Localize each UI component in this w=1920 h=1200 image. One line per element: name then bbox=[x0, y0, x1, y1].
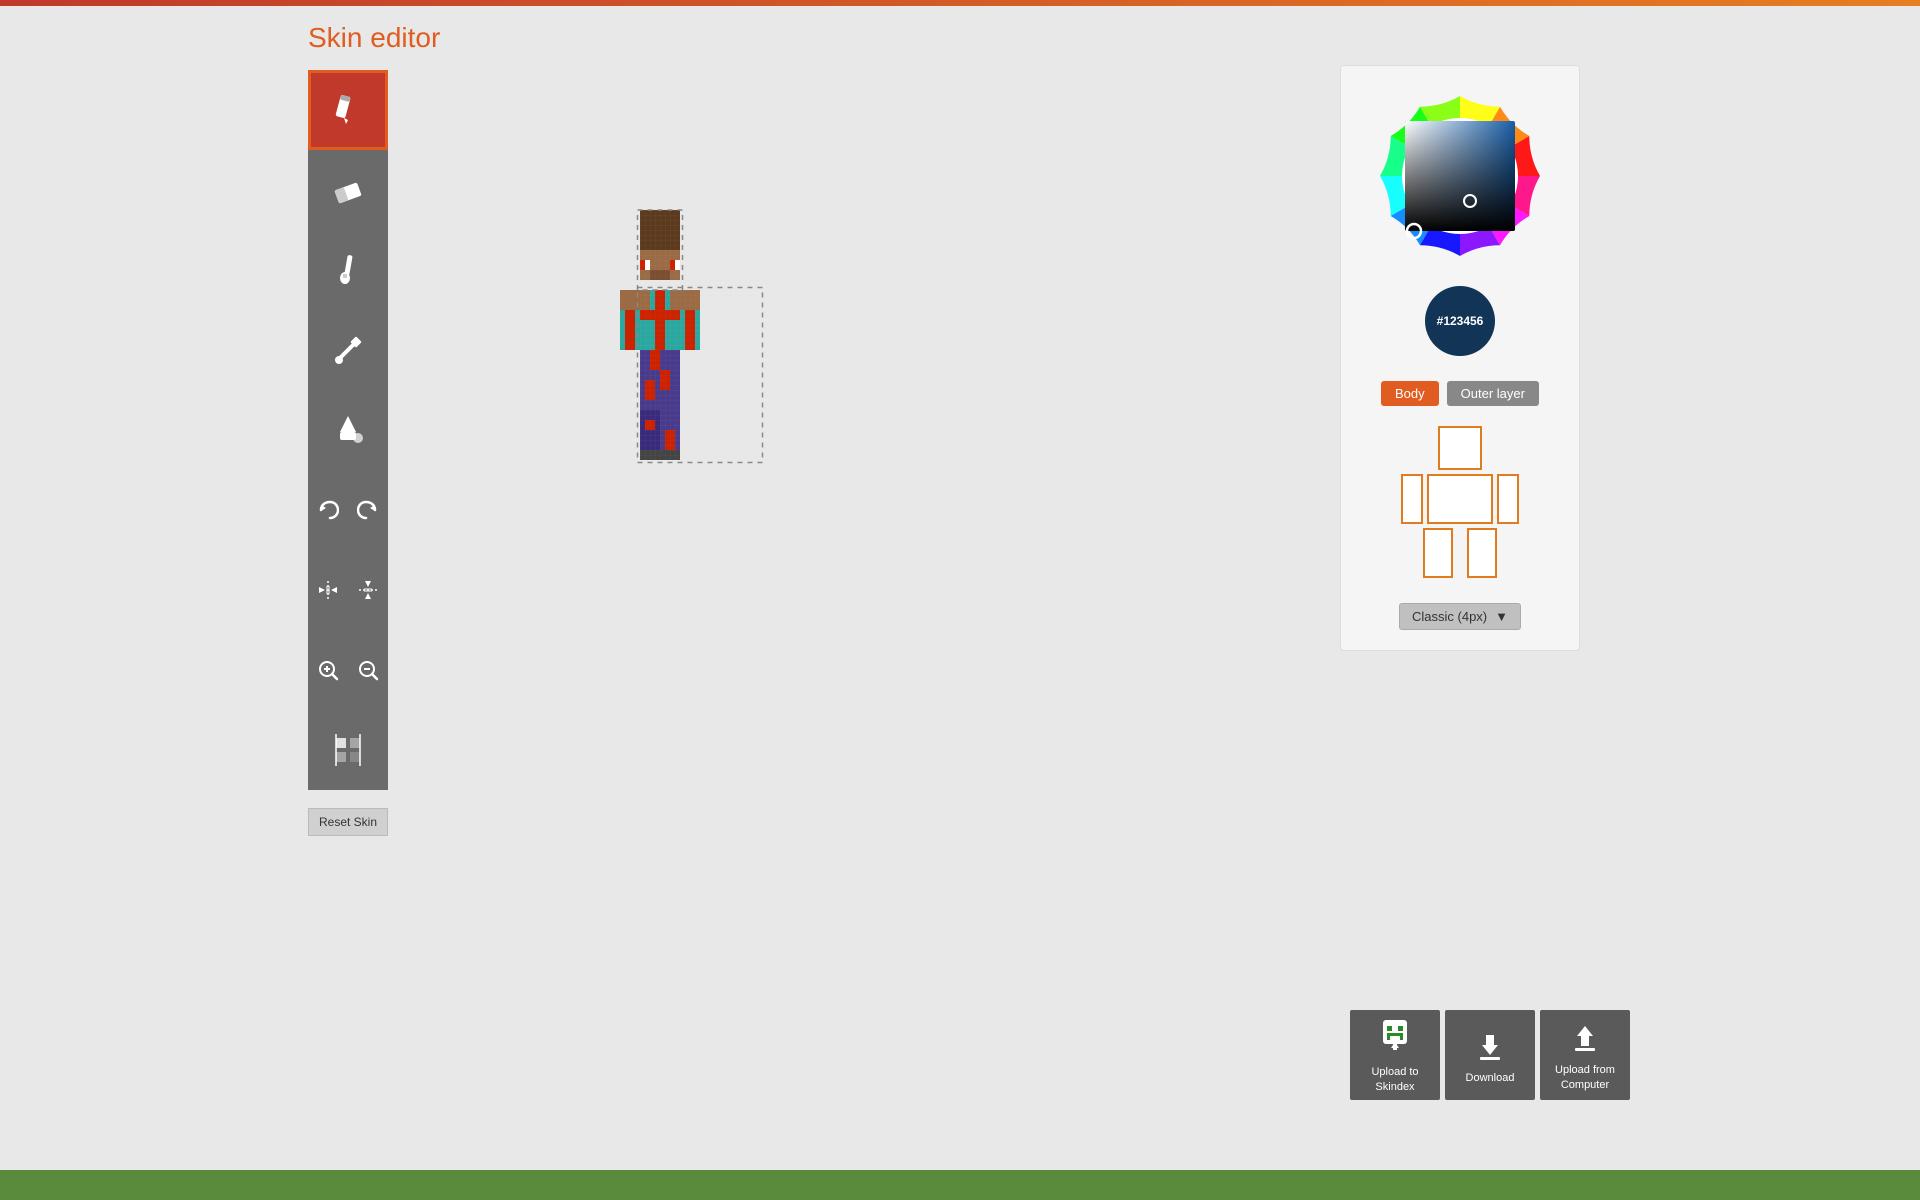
top-bar bbox=[0, 0, 1920, 6]
fill-tool[interactable] bbox=[308, 390, 388, 470]
upload-computer-icon bbox=[1567, 1018, 1603, 1057]
upload-skindex-icon bbox=[1377, 1016, 1413, 1059]
undo-redo-row bbox=[308, 470, 388, 550]
undo-icon bbox=[317, 499, 339, 521]
paintbrush-icon bbox=[330, 252, 366, 288]
right-arm-body-part[interactable] bbox=[1497, 474, 1519, 524]
color-hex-value: #123456 bbox=[1437, 314, 1484, 328]
flip-h-icon bbox=[317, 579, 339, 601]
color-swatch[interactable]: #123456 bbox=[1425, 286, 1495, 356]
upload-computer-button[interactable]: Upload fromComputer bbox=[1540, 1010, 1630, 1100]
pencil-tool[interactable] bbox=[308, 70, 388, 150]
download-icon bbox=[1472, 1027, 1508, 1066]
undo-button[interactable] bbox=[308, 470, 348, 550]
paintbrush-tool[interactable] bbox=[308, 230, 388, 310]
skin-preview[interactable] bbox=[560, 180, 840, 640]
eraser-icon bbox=[330, 172, 366, 208]
head-body-part[interactable] bbox=[1438, 426, 1482, 470]
redo-icon bbox=[357, 499, 379, 521]
body-map-legs-row bbox=[1423, 528, 1497, 578]
zoom-out-button[interactable] bbox=[348, 630, 388, 710]
redo-button[interactable] bbox=[348, 470, 388, 550]
left-arm-body-part[interactable] bbox=[1401, 474, 1423, 524]
flip-horizontal-button[interactable] bbox=[308, 550, 348, 630]
zoom-out-icon bbox=[357, 659, 379, 681]
eyedropper-tool[interactable] bbox=[308, 310, 388, 390]
upload-computer-label: Upload fromComputer bbox=[1555, 1063, 1615, 1092]
fill-icon bbox=[330, 412, 366, 448]
left-leg-body-part[interactable] bbox=[1423, 528, 1453, 578]
preview-tool[interactable] bbox=[308, 710, 388, 790]
classic-dropdown-label: Classic (4px) bbox=[1412, 609, 1487, 624]
eraser-tool[interactable] bbox=[308, 150, 388, 230]
zoom-in-icon bbox=[317, 659, 339, 681]
flip-vertical-button[interactable] bbox=[348, 550, 388, 630]
skin-canvas-area bbox=[500, 100, 900, 720]
body-map-torso-row bbox=[1401, 474, 1519, 524]
outer-layer-tab[interactable]: Outer layer bbox=[1447, 381, 1539, 406]
color-wheel-svg[interactable] bbox=[1370, 86, 1550, 266]
dropdown-chevron-icon: ▼ bbox=[1495, 609, 1508, 624]
download-button[interactable]: Download bbox=[1445, 1010, 1535, 1100]
upload-skindex-label: Upload toSkindex bbox=[1371, 1065, 1418, 1094]
preview-icon bbox=[330, 732, 366, 768]
torso-body-part[interactable] bbox=[1427, 474, 1493, 524]
classic-dropdown[interactable]: Classic (4px) ▼ bbox=[1399, 603, 1521, 630]
body-map bbox=[1401, 426, 1519, 578]
action-buttons-area: Upload toSkindex Download Upload fromCom… bbox=[1350, 1010, 1630, 1100]
body-layer-tab[interactable]: Body bbox=[1381, 381, 1439, 406]
upload-skindex-button[interactable]: Upload toSkindex bbox=[1350, 1010, 1440, 1100]
eyedropper-icon bbox=[330, 332, 366, 368]
color-wheel-container[interactable] bbox=[1370, 86, 1550, 266]
download-label: Download bbox=[1466, 1072, 1515, 1084]
reset-skin-button[interactable]: Reset Skin bbox=[308, 808, 388, 836]
zoom-row bbox=[308, 630, 388, 710]
body-map-head-row bbox=[1438, 426, 1482, 470]
color-picker-panel: #123456 Body Outer layer Classic (4px) ▼ bbox=[1340, 65, 1580, 651]
right-leg-body-part[interactable] bbox=[1467, 528, 1497, 578]
zoom-in-button[interactable] bbox=[308, 630, 348, 710]
layer-tabs: Body Outer layer bbox=[1381, 381, 1539, 406]
bottom-bar bbox=[0, 1170, 1920, 1200]
pencil-icon bbox=[330, 92, 366, 128]
page-title: Skin editor bbox=[308, 22, 440, 54]
flip-row bbox=[308, 550, 388, 630]
toolbar: Reset Skin bbox=[308, 70, 388, 790]
flip-v-icon bbox=[357, 579, 379, 601]
